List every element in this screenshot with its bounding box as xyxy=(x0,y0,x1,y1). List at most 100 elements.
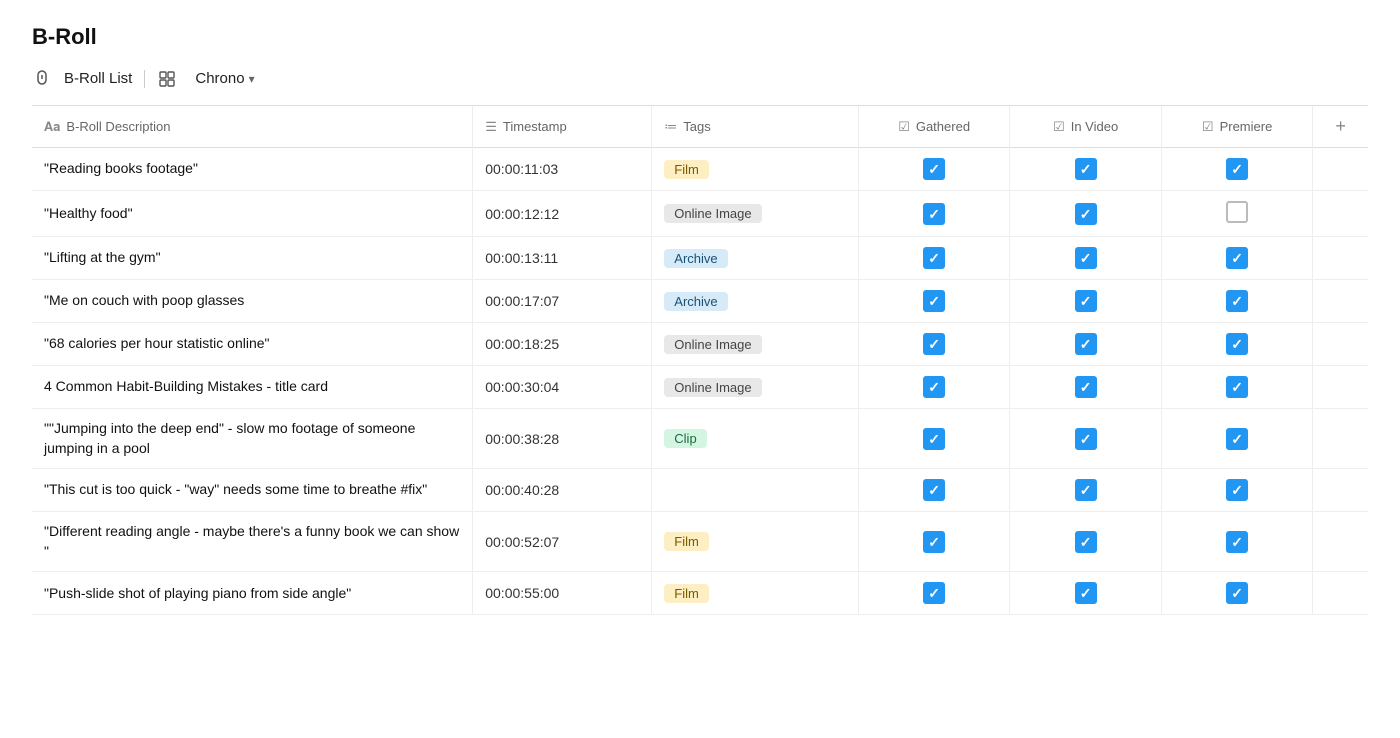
tag-badge[interactable]: Online Image xyxy=(664,335,761,354)
checkbox-gathered[interactable]: ✓ xyxy=(923,247,945,269)
cell-premiere[interactable] xyxy=(1161,191,1313,237)
checkbox-gathered[interactable]: ✓ xyxy=(923,479,945,501)
cell-invideo[interactable]: ✓ xyxy=(1010,572,1162,615)
cell-invideo[interactable]: ✓ xyxy=(1010,366,1162,409)
checkbox-premiere[interactable]: ✓ xyxy=(1226,479,1248,501)
cell-invideo[interactable]: ✓ xyxy=(1010,280,1162,323)
tag-badge[interactable]: Clip xyxy=(664,429,706,448)
cell-premiere[interactable]: ✓ xyxy=(1161,323,1313,366)
col-label-invideo: In Video xyxy=(1071,119,1118,134)
cell-gathered[interactable]: ✓ xyxy=(858,191,1010,237)
checkbox-gathered[interactable]: ✓ xyxy=(923,428,945,450)
cell-add xyxy=(1313,409,1368,469)
cell-desc: 4 Common Habit-Building Mistakes - title… xyxy=(32,366,473,409)
checkbox-invideo[interactable]: ✓ xyxy=(1075,479,1097,501)
desc-text: ""Jumping into the deep end" - slow mo f… xyxy=(44,420,415,456)
tag-badge[interactable]: Archive xyxy=(664,249,727,268)
checkbox-premiere[interactable]: ✓ xyxy=(1226,333,1248,355)
tag-badge[interactable]: Online Image xyxy=(664,378,761,397)
cell-premiere[interactable]: ✓ xyxy=(1161,148,1313,191)
cell-invideo[interactable]: ✓ xyxy=(1010,191,1162,237)
cell-timestamp: 00:00:11:03 xyxy=(473,148,652,191)
checkbox-invideo[interactable]: ✓ xyxy=(1075,376,1097,398)
cell-invideo[interactable]: ✓ xyxy=(1010,409,1162,469)
timestamp-value: 00:00:38:28 xyxy=(485,431,559,447)
timestamp-value: 00:00:55:00 xyxy=(485,585,559,601)
checkbox-gathered[interactable]: ✓ xyxy=(923,290,945,312)
checkbox-gathered[interactable]: ✓ xyxy=(923,203,945,225)
checkbox-premiere[interactable]: ✓ xyxy=(1226,290,1248,312)
cell-add xyxy=(1313,148,1368,191)
timestamp-value: 00:00:13:11 xyxy=(485,250,558,266)
cell-timestamp: 00:00:12:12 xyxy=(473,191,652,237)
cell-add xyxy=(1313,572,1368,615)
col-header-add[interactable]: + xyxy=(1313,106,1368,148)
checkbox-gathered[interactable]: ✓ xyxy=(923,376,945,398)
cell-invideo[interactable]: ✓ xyxy=(1010,512,1162,572)
cell-gathered[interactable]: ✓ xyxy=(858,323,1010,366)
checkbox-premiere[interactable]: ✓ xyxy=(1226,376,1248,398)
checkbox-premiere[interactable] xyxy=(1226,201,1248,223)
cell-tag xyxy=(652,469,859,512)
table-wrapper: 𝐀𝐚 B-Roll Description ☰ Timestamp ≔ xyxy=(32,105,1368,615)
cell-gathered[interactable]: ✓ xyxy=(858,280,1010,323)
tag-badge[interactable]: Film xyxy=(664,160,709,179)
cell-invideo[interactable]: ✓ xyxy=(1010,237,1162,280)
cell-invideo[interactable]: ✓ xyxy=(1010,148,1162,191)
timestamp-value: 00:00:30:04 xyxy=(485,379,559,395)
cell-premiere[interactable]: ✓ xyxy=(1161,572,1313,615)
cell-desc: "Different reading angle - maybe there's… xyxy=(32,512,473,572)
checkbox-gathered[interactable]: ✓ xyxy=(923,158,945,180)
cell-timestamp: 00:00:38:28 xyxy=(473,409,652,469)
cell-premiere[interactable]: ✓ xyxy=(1161,237,1313,280)
desc-text: "Push-slide shot of playing piano from s… xyxy=(44,585,351,601)
checkbox-invideo[interactable]: ✓ xyxy=(1075,247,1097,269)
add-column-button[interactable]: + xyxy=(1335,116,1346,137)
cell-premiere[interactable]: ✓ xyxy=(1161,409,1313,469)
cell-premiere[interactable]: ✓ xyxy=(1161,280,1313,323)
cell-premiere[interactable]: ✓ xyxy=(1161,366,1313,409)
table-row: "68 calories per hour statistic online"0… xyxy=(32,323,1368,366)
timestamp-value: 00:00:18:25 xyxy=(485,336,559,352)
checkbox-invideo[interactable]: ✓ xyxy=(1075,333,1097,355)
cell-timestamp: 00:00:17:07 xyxy=(473,280,652,323)
checkbox-premiere[interactable]: ✓ xyxy=(1226,531,1248,553)
cell-invideo[interactable]: ✓ xyxy=(1010,323,1162,366)
cell-desc: "Lifting at the gym" xyxy=(32,237,473,280)
checkbox-invideo[interactable]: ✓ xyxy=(1075,428,1097,450)
toolbar: B-Roll List Chrono ▾ xyxy=(32,68,1368,89)
checkbox-invideo[interactable]: ✓ xyxy=(1075,203,1097,225)
checkbox-gathered[interactable]: ✓ xyxy=(923,333,945,355)
checkbox-invideo[interactable]: ✓ xyxy=(1075,158,1097,180)
tag-badge[interactable]: Archive xyxy=(664,292,727,311)
cell-gathered[interactable]: ✓ xyxy=(858,469,1010,512)
checkbox-invideo[interactable]: ✓ xyxy=(1075,290,1097,312)
tag-badge[interactable]: Online Image xyxy=(664,204,761,223)
checkbox-invideo[interactable]: ✓ xyxy=(1075,531,1097,553)
cell-gathered[interactable]: ✓ xyxy=(858,148,1010,191)
tag-badge[interactable]: Film xyxy=(664,584,709,603)
table-row: "Different reading angle - maybe there's… xyxy=(32,512,1368,572)
col-header-desc: 𝐀𝐚 B-Roll Description xyxy=(32,106,473,148)
checkbox-premiere[interactable]: ✓ xyxy=(1226,247,1248,269)
checkbox-invideo[interactable]: ✓ xyxy=(1075,582,1097,604)
desc-text: 4 Common Habit-Building Mistakes - title… xyxy=(44,378,328,394)
cell-invideo[interactable]: ✓ xyxy=(1010,469,1162,512)
ts-col-icon: ☰ xyxy=(485,119,497,135)
cell-gathered[interactable]: ✓ xyxy=(858,366,1010,409)
checkbox-premiere[interactable]: ✓ xyxy=(1226,428,1248,450)
cell-gathered[interactable]: ✓ xyxy=(858,237,1010,280)
timestamp-value: 00:00:11:03 xyxy=(485,161,558,177)
tag-badge[interactable]: Film xyxy=(664,532,709,551)
cell-premiere[interactable]: ✓ xyxy=(1161,469,1313,512)
checkbox-premiere[interactable]: ✓ xyxy=(1226,158,1248,180)
checkbox-premiere[interactable]: ✓ xyxy=(1226,582,1248,604)
cell-gathered[interactable]: ✓ xyxy=(858,409,1010,469)
cell-gathered[interactable]: ✓ xyxy=(858,512,1010,572)
checkbox-gathered[interactable]: ✓ xyxy=(923,582,945,604)
chrono-button[interactable]: Chrono ▾ xyxy=(189,68,260,89)
cell-gathered[interactable]: ✓ xyxy=(858,572,1010,615)
checkbox-gathered[interactable]: ✓ xyxy=(923,531,945,553)
cell-premiere[interactable]: ✓ xyxy=(1161,512,1313,572)
cell-tag: Online Image xyxy=(652,366,859,409)
